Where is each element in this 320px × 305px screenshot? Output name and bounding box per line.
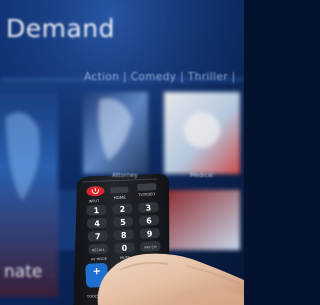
tile-caption-attorney: Attorney xyxy=(112,172,138,179)
key-7-label: 7 xyxy=(95,232,101,241)
key-3-label: 3 xyxy=(145,203,151,212)
volume-plus-icon: + xyxy=(92,266,101,277)
key-9-label: 9 xyxy=(147,229,153,238)
key-1-label: 1 xyxy=(93,206,99,215)
recall-label: RECALL xyxy=(92,248,105,253)
fav-ch-label: FAV CH xyxy=(144,245,157,250)
tv-video-button[interactable] xyxy=(137,183,157,191)
movie-tile-3 xyxy=(164,190,240,250)
av-mode-label: AV MODE xyxy=(91,257,107,262)
tools-label: TOOLS xyxy=(86,294,100,299)
key-2-label: 2 xyxy=(119,205,125,214)
tv-genre-menu: Action | Comedy | Thriller | xyxy=(84,71,236,83)
input-label: INPUT xyxy=(89,199,101,204)
tv-heading: Demand xyxy=(6,14,116,43)
home-button[interactable] xyxy=(110,186,129,194)
key-4-label: 4 xyxy=(94,219,100,228)
tile-2-figure xyxy=(184,112,220,148)
tile-caption-medical: Medical xyxy=(190,172,213,179)
key-0-label: 0 xyxy=(121,244,127,253)
photo-scene: HOME TV/VIDEO INPUT 1 2 3 4 5 6 7 8 9 0 … xyxy=(0,0,244,305)
scene-graphics: HOME TV/VIDEO INPUT 1 2 3 4 5 6 7 8 9 0 … xyxy=(0,0,244,305)
key-5-label: 5 xyxy=(120,218,126,227)
home-label: HOME xyxy=(114,195,127,201)
left-poster-title: nate xyxy=(4,262,43,282)
key-8-label: 8 xyxy=(121,231,127,240)
key-6-label: 6 xyxy=(146,216,152,225)
